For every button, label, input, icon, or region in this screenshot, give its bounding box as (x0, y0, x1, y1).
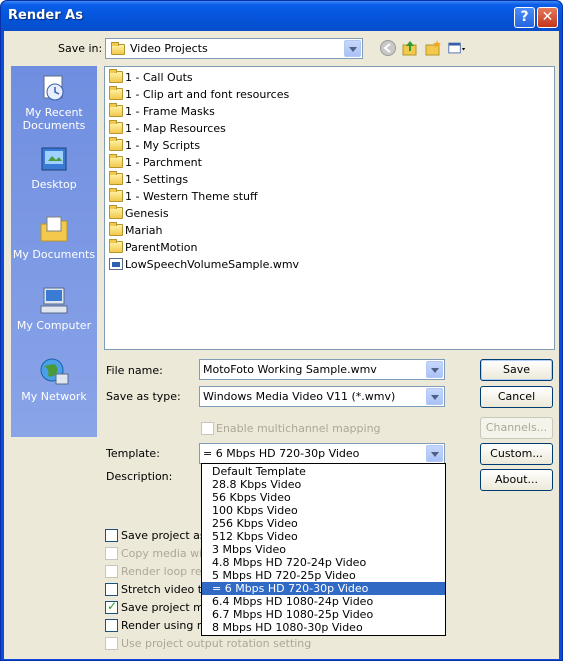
save-button-label: Save (502, 363, 530, 376)
save-as-type-value: Windows Media Video V11 (*.wmv) (203, 390, 396, 403)
render-using-network-checkbox[interactable] (105, 619, 118, 632)
file-name-label: File name: (106, 364, 163, 377)
folder-icon (109, 103, 123, 117)
channels-button-label: Channels... (485, 421, 548, 434)
folder-icon (109, 137, 123, 151)
folder-icon (109, 69, 123, 83)
place-my-documents[interactable]: My Documents (11, 214, 97, 261)
chevron-down-icon[interactable] (344, 40, 361, 57)
template-label: Template: (106, 447, 160, 460)
save-button[interactable]: Save (480, 359, 553, 381)
place-label: My Recent (25, 106, 83, 119)
option-label: Stretch video to (121, 583, 209, 596)
template-option[interactable]: 4.8 Mbps HD 720-24p Video (202, 556, 445, 569)
my-documents-icon (40, 216, 68, 242)
template-dropdown-list[interactable]: Default Template 28.8 Kbps Video 56 Kbps… (201, 463, 446, 636)
place-label: My Network (21, 390, 87, 403)
channels-button[interactable]: Channels... (480, 417, 553, 439)
about-button[interactable]: About... (480, 469, 553, 491)
render-as-dialog: Render As ? ✕ Save in: Video Projects My… (0, 0, 563, 661)
custom-button[interactable]: Custom... (480, 443, 553, 465)
save-project-checkbox[interactable] (105, 529, 118, 542)
save-project-markers-checkbox[interactable] (105, 599, 118, 614)
dialog-client: Save in: Video Projects My Recent Docume… (4, 31, 559, 659)
back-icon[interactable] (379, 39, 397, 57)
folder-icon (109, 222, 123, 236)
template-option[interactable]: 6.7 Mbps HD 1080-25p Video (202, 608, 445, 621)
file-name-field[interactable]: MotoFoto Working Sample.wmv (199, 359, 445, 380)
title-bar[interactable]: Render As ? ✕ (1, 1, 562, 31)
render-loop-checkbox[interactable] (105, 565, 118, 578)
template-option-selected[interactable]: = 6 Mbps HD 720-30p Video (202, 582, 445, 595)
view-menu-icon[interactable] (448, 39, 466, 57)
multichannel-label: Enable multichannel mapping (216, 422, 381, 435)
places-bar: My Recent Documents Desktop My Documents (11, 66, 97, 437)
file-name-value: MotoFoto Working Sample.wmv (203, 363, 377, 376)
option-label: Use project output rotation setting (121, 637, 312, 650)
close-button[interactable]: ✕ (537, 7, 558, 28)
place-my-network[interactable]: My Network (11, 356, 97, 403)
template-option[interactable]: 8 Mbps HD 1080-30p Video (202, 621, 445, 634)
about-button-label: About... (494, 473, 538, 486)
template-option[interactable]: 256 Kbps Video (202, 517, 445, 530)
place-label: Desktop (31, 178, 77, 191)
folder-icon (109, 154, 123, 168)
save-as-type-label: Save as type: (106, 390, 181, 403)
place-label: My Computer (16, 319, 92, 332)
folder-icon (109, 120, 123, 134)
place-my-computer[interactable]: My Computer (11, 285, 97, 332)
template-option[interactable]: 5 Mbps HD 720-25p Video (202, 569, 445, 582)
place-desktop[interactable]: Desktop (11, 144, 97, 191)
folder-icon (109, 188, 123, 202)
cancel-button-label: Cancel (497, 390, 536, 403)
save-as-type-select[interactable]: Windows Media Video V11 (*.wmv) (199, 386, 445, 407)
desktop-icon (41, 147, 67, 171)
chevron-down-icon[interactable] (426, 388, 443, 405)
chevron-down-icon[interactable] (426, 445, 443, 462)
custom-button-label: Custom... (490, 447, 543, 460)
up-folder-icon[interactable] (401, 39, 419, 57)
new-folder-icon[interactable] (424, 39, 442, 57)
cancel-button[interactable]: Cancel (480, 386, 553, 408)
use-rotation-checkbox[interactable] (105, 637, 118, 650)
folder-icon (109, 171, 123, 185)
wmv-file-icon (109, 258, 123, 270)
place-label: Documents (22, 119, 86, 132)
copy-media-checkbox[interactable] (105, 547, 118, 560)
dialog-title: Render As (8, 8, 83, 23)
help-icon: ? (520, 9, 529, 25)
template-option[interactable]: 6.4 Mbps HD 1080-24p Video (202, 595, 445, 608)
folder-icon (109, 239, 123, 253)
multichannel-checkbox[interactable] (201, 422, 214, 435)
save-in-value: Video Projects (130, 42, 208, 55)
my-network-icon (40, 358, 69, 385)
close-icon: ✕ (541, 9, 554, 25)
template-value: = 6 Mbps HD 720-30p Video (203, 447, 360, 460)
description-label: Description: (106, 470, 173, 483)
place-my-recent-documents[interactable]: My Recent Documents (11, 72, 97, 132)
template-select[interactable]: = 6 Mbps HD 720-30p Video (199, 443, 445, 464)
file-list[interactable]: 1 - Call Outs 1 - Clip art and font reso… (104, 66, 555, 350)
place-label: My Documents (12, 248, 96, 261)
help-button[interactable]: ? (514, 7, 535, 28)
chevron-down-icon[interactable] (426, 361, 443, 378)
template-option[interactable]: 56 Kbps Video (202, 491, 445, 504)
folder-icon (109, 205, 123, 219)
folder-icon (109, 86, 123, 100)
template-option[interactable]: 100 Kbps Video (202, 504, 445, 517)
recent-documents-icon (43, 75, 64, 101)
stretch-video-checkbox[interactable] (105, 583, 118, 596)
save-in-label: Save in: (58, 42, 103, 55)
folder-icon (111, 42, 125, 55)
my-computer-icon (40, 287, 68, 314)
template-option[interactable]: 28.8 Kbps Video (202, 478, 445, 491)
template-option[interactable]: Default Template (202, 465, 445, 478)
template-option[interactable]: 3 Mbps Video (202, 543, 445, 556)
save-in-combo[interactable]: Video Projects (105, 38, 363, 59)
option-label: Copy media with (121, 547, 214, 560)
template-option[interactable]: 512 Kbps Video (202, 530, 445, 543)
